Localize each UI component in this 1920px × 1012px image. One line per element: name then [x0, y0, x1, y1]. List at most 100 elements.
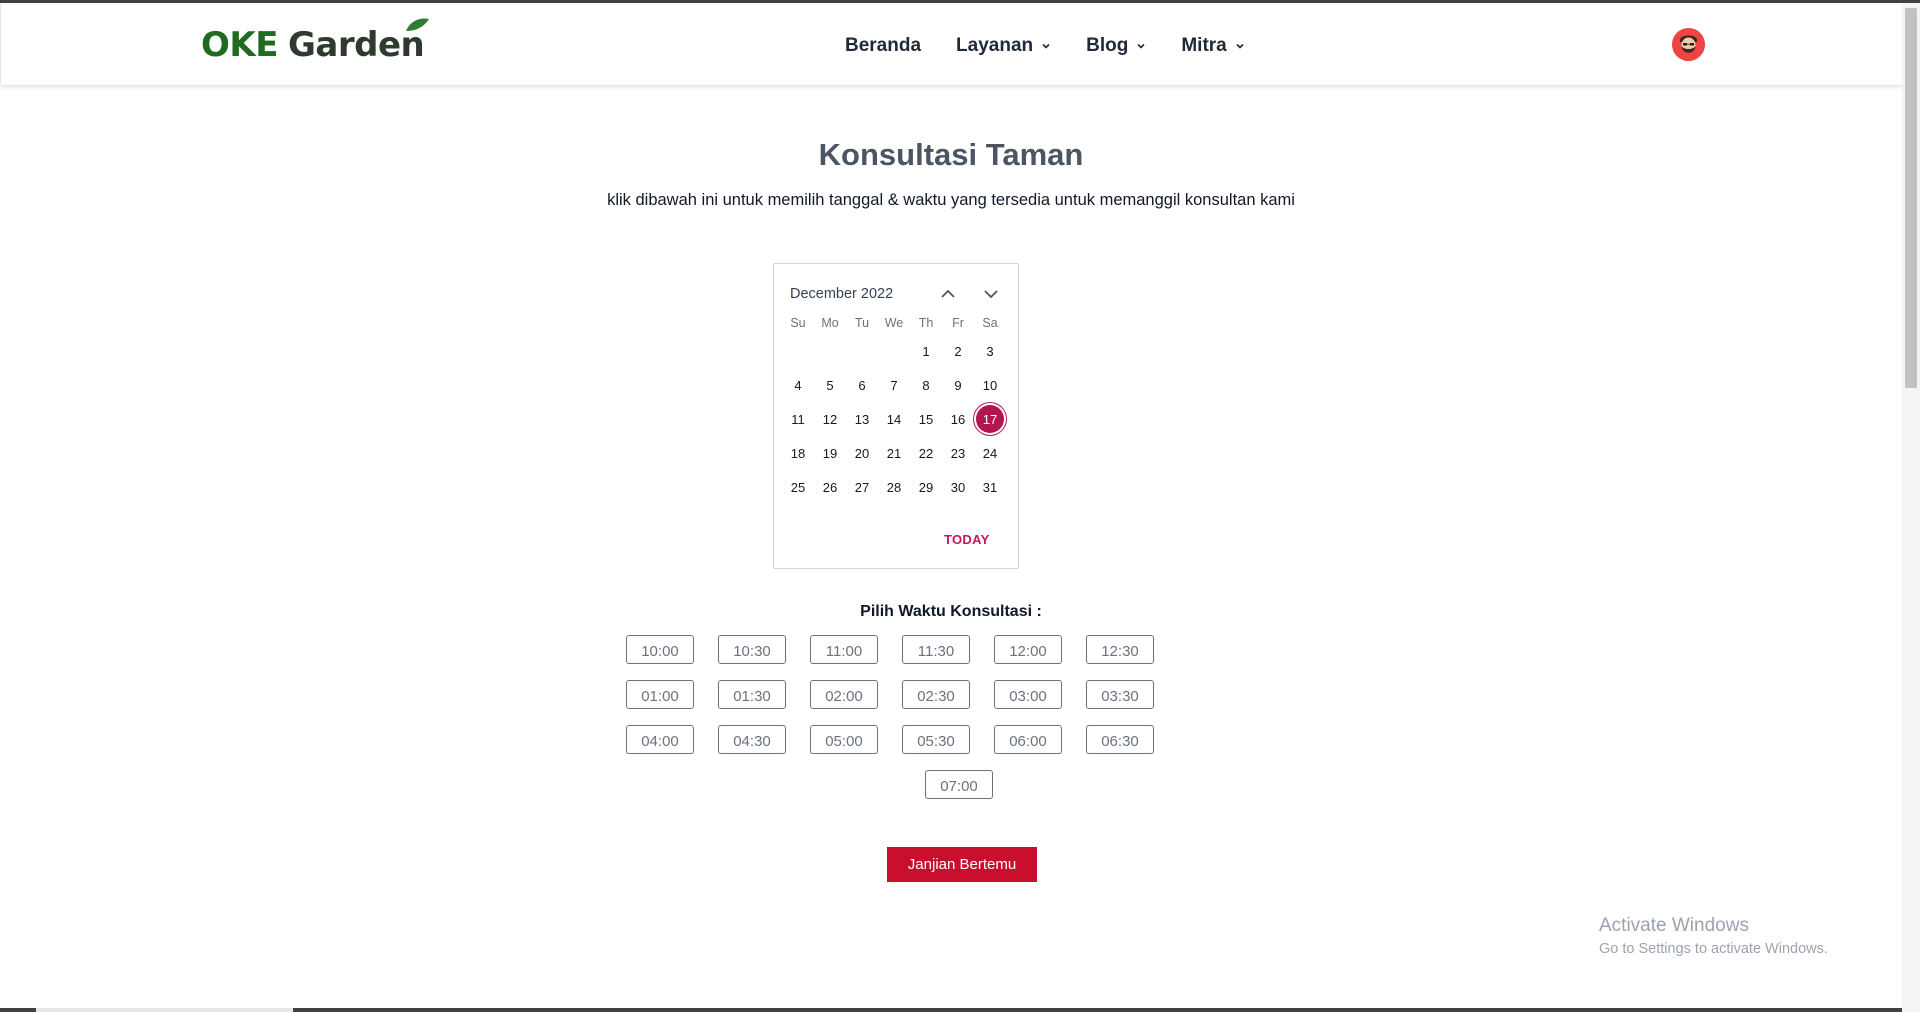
main-nav: Beranda Layanan Blog Mitra [845, 35, 1280, 57]
windows-activation-watermark: Activate Windows Go to Settings to activ… [1599, 915, 1828, 957]
bottom-edge [0, 1008, 1902, 1012]
calendar-month-label[interactable]: December 2022 [790, 286, 893, 302]
calendar-day[interactable]: 5 [814, 368, 846, 402]
time-slot-button[interactable]: 12:30 [1086, 635, 1154, 664]
calendar-day[interactable]: 24 [974, 436, 1006, 470]
calendar-day[interactable]: 18 [782, 436, 814, 470]
calendar-day-number: 25 [790, 479, 806, 495]
chevron-down-icon[interactable] [982, 285, 1000, 303]
calendar-day-number: 4 [794, 377, 802, 393]
calendar-day[interactable]: 12 [814, 402, 846, 436]
calendar-day-selected[interactable]: 17 [974, 402, 1006, 436]
calendar-day[interactable]: 22 [910, 436, 942, 470]
chevron-down-icon [1042, 43, 1050, 49]
calendar-day[interactable]: 3 [974, 334, 1006, 368]
time-slot-button[interactable]: 11:30 [902, 635, 970, 664]
submit-appointment-button[interactable]: Janjian Bertemu [887, 847, 1037, 882]
weekday-header: Tu [854, 316, 870, 330]
nav-label-mitra: Mitra [1181, 35, 1227, 56]
time-slot-button[interactable]: 11:00 [810, 635, 878, 664]
calendar-day[interactable]: 6 [846, 368, 878, 402]
calendar-day-number: 21 [886, 445, 902, 461]
calendar-day-number: 22 [918, 445, 934, 461]
calendar-day-number: 23 [950, 445, 966, 461]
calendar-day[interactable]: 7 [878, 368, 910, 402]
nav-item-beranda[interactable]: Beranda [845, 35, 921, 57]
chevron-down-icon [1137, 43, 1145, 49]
calendar-day-number: 10 [982, 377, 998, 393]
calendar-day-number: 24 [982, 445, 998, 461]
time-slot-button[interactable]: 02:00 [810, 680, 878, 709]
calendar-day-number: 11 [791, 411, 805, 427]
time-slot-button[interactable]: 03:30 [1086, 680, 1154, 709]
calendar-day[interactable]: 26 [814, 470, 846, 504]
calendar-day[interactable]: 28 [878, 470, 910, 504]
calendar-empty-cell [878, 334, 910, 368]
time-slot-button[interactable]: 02:30 [902, 680, 970, 709]
calendar-day[interactable]: 9 [942, 368, 974, 402]
time-slot-button[interactable]: 03:00 [994, 680, 1062, 709]
calendar-day-number: 6 [858, 377, 866, 393]
time-slot-button[interactable]: 05:30 [902, 725, 970, 754]
calendar-day-number: 3 [986, 343, 994, 359]
time-slot-button[interactable]: 04:30 [718, 725, 786, 754]
calendar-day[interactable]: 30 [942, 470, 974, 504]
calendar-day[interactable]: 13 [846, 402, 878, 436]
calendar-day[interactable]: 21 [878, 436, 910, 470]
calendar-day[interactable]: 10 [974, 368, 1006, 402]
calendar-day[interactable]: 16 [942, 402, 974, 436]
calendar-day[interactable]: 27 [846, 470, 878, 504]
calendar-day-number: 31 [982, 479, 998, 495]
time-slot-button[interactable]: 06:00 [994, 725, 1062, 754]
scrollbar-thumb[interactable] [1905, 8, 1917, 388]
chevron-down-icon [1236, 43, 1244, 49]
time-slot-button[interactable]: 10:00 [626, 635, 694, 664]
calendar-day[interactable]: 15 [910, 402, 942, 436]
calendar-empty-cell [814, 334, 846, 368]
weekday-header: We [884, 316, 904, 330]
time-slot-button[interactable]: 01:00 [626, 680, 694, 709]
time-slot-button[interactable]: 04:00 [626, 725, 694, 754]
time-slot-button[interactable]: 10:30 [718, 635, 786, 664]
nav-item-layanan[interactable]: Layanan [956, 35, 1051, 57]
calendar-day-number: 27 [854, 479, 870, 495]
calendar-day-number: 20 [854, 445, 870, 461]
time-slot-button[interactable]: 06:30 [1086, 725, 1154, 754]
calendar-day-number: 17 [976, 405, 1004, 433]
calendar-day[interactable]: 14 [878, 402, 910, 436]
nav-label-beranda: Beranda [845, 35, 922, 56]
calendar-day[interactable]: 11 [782, 402, 814, 436]
calendar-day[interactable]: 8 [910, 368, 942, 402]
time-picker-label: Pilih Waktu Konsultasi : [860, 603, 1042, 620]
calendar-day[interactable]: 2 [942, 334, 974, 368]
time-slot-button[interactable]: 05:00 [810, 725, 878, 754]
calendar-day[interactable]: 1 [910, 334, 942, 368]
chevron-up-icon[interactable] [939, 285, 957, 303]
watermark-line1: Activate Windows [1599, 915, 1749, 936]
nav-item-mitra[interactable]: Mitra [1181, 35, 1244, 57]
navbar: OKE Garden Beranda Layanan Blog Mitra [0, 3, 1902, 85]
nav-label-blog: Blog [1086, 35, 1129, 56]
calendar-day-number: 19 [822, 445, 838, 461]
time-slot-button[interactable]: 12:00 [994, 635, 1062, 664]
calendar-day[interactable]: 19 [814, 436, 846, 470]
calendar-day[interactable]: 20 [846, 436, 878, 470]
weekday-header: Su [790, 316, 806, 330]
brand-logo[interactable]: OKE Garden [201, 18, 430, 65]
calendar-day[interactable]: 4 [782, 368, 814, 402]
nav-item-blog[interactable]: Blog [1086, 35, 1146, 57]
user-avatar[interactable] [1672, 28, 1705, 61]
today-button[interactable]: TODAY [944, 532, 990, 547]
leaf-icon [406, 18, 430, 31]
calendar-day[interactable]: 23 [942, 436, 974, 470]
brand-logo-oke: OKE [201, 25, 278, 65]
calendar-day-number: 9 [954, 377, 962, 393]
brand-logo-garden: Garden [288, 18, 430, 65]
time-slot-button[interactable]: 01:30 [718, 680, 786, 709]
user-avatar-icon [1672, 28, 1705, 61]
calendar-day[interactable]: 29 [910, 470, 942, 504]
calendar-day[interactable]: 25 [782, 470, 814, 504]
page-subtitle: klik dibawah ini untuk memilih tanggal &… [607, 191, 1295, 209]
calendar-day[interactable]: 31 [974, 470, 1006, 504]
time-slot-button[interactable]: 07:00 [925, 770, 993, 799]
